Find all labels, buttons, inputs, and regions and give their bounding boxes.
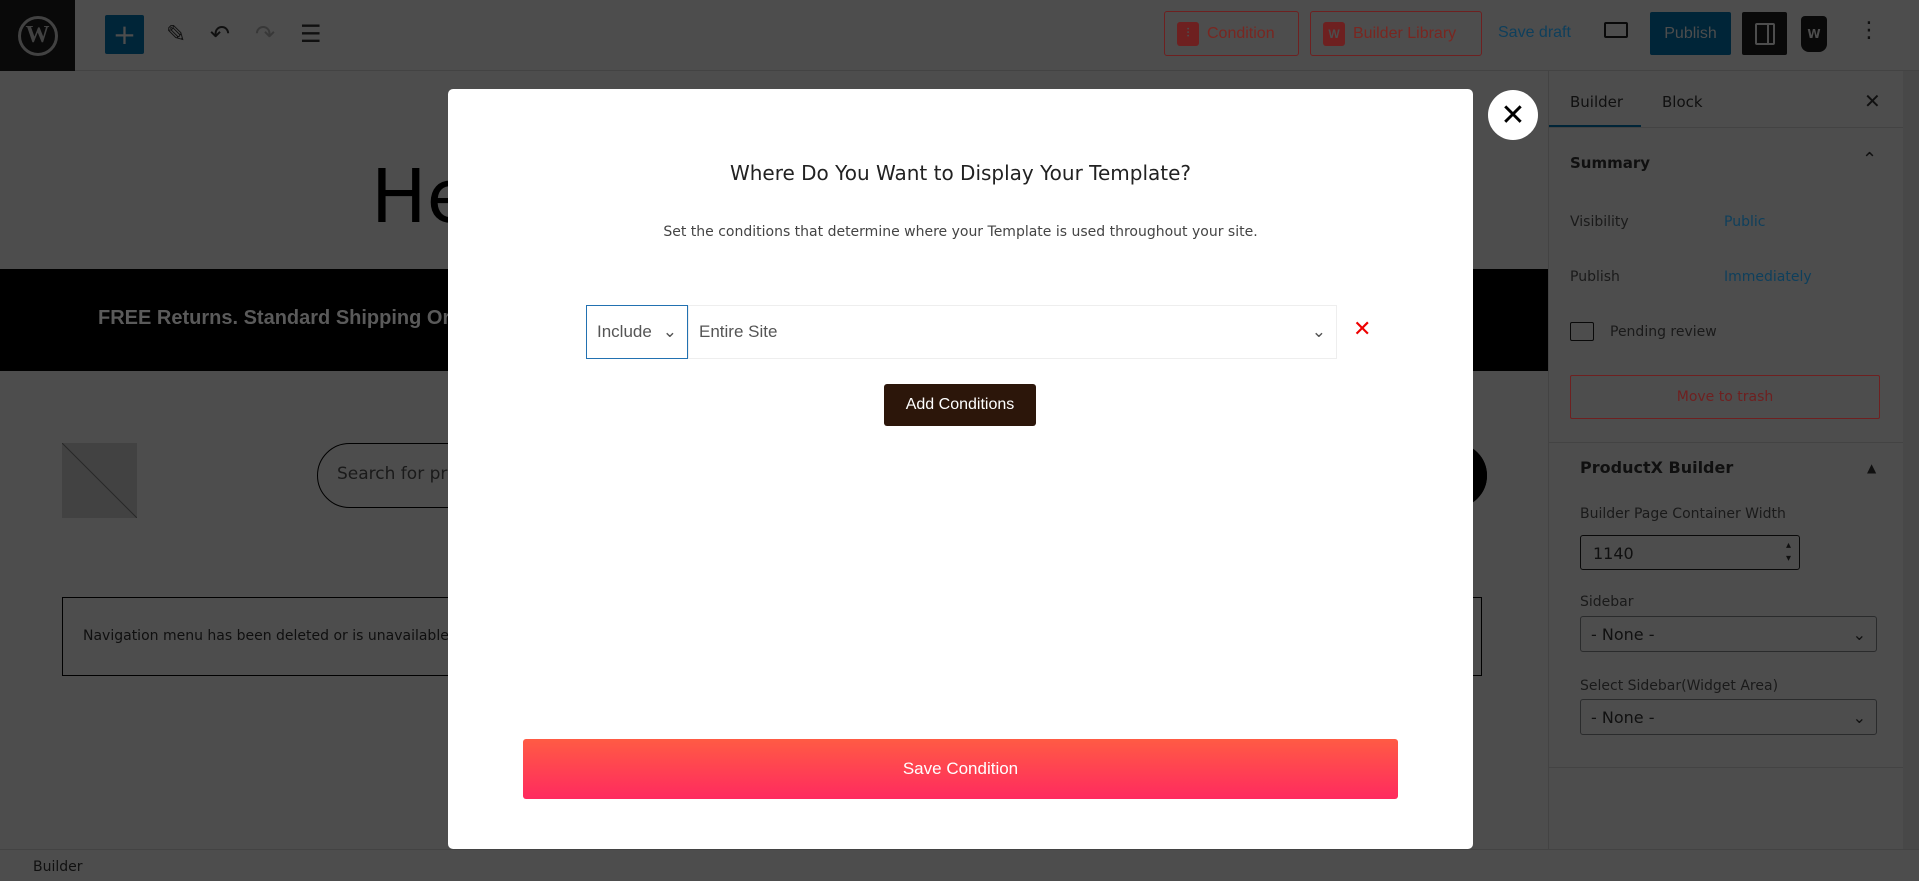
divider xyxy=(1549,767,1903,768)
container-width-input[interactable]: 1140 ▴ ▾ xyxy=(1580,535,1800,570)
summary-title[interactable]: Summary xyxy=(1570,154,1650,172)
settings-sidebar: Builder Block ✕ Summary ⌃ Visibility Pub… xyxy=(1548,71,1903,849)
more-options-icon[interactable]: ⋮ xyxy=(1858,18,1880,43)
top-toolbar: W + ✎ ↶ ↷ ☰ ⫶ Condition W Builder Library … xyxy=(0,0,1919,71)
image-placeholder[interactable] xyxy=(62,443,137,518)
chevron-down-icon: ⌄ xyxy=(1311,322,1326,341)
divider xyxy=(1549,442,1903,443)
tab-builder[interactable]: Builder xyxy=(1570,93,1623,111)
chevron-down-icon: ⌄ xyxy=(1852,624,1866,644)
sidebar-select[interactable]: - None - ⌄ xyxy=(1580,616,1877,652)
container-width-label: Builder Page Container Width xyxy=(1580,506,1786,522)
remove-condition-icon[interactable]: ✕ xyxy=(1353,317,1371,342)
redo-icon[interactable]: ↷ xyxy=(255,20,275,48)
device-preview-icon[interactable] xyxy=(1604,22,1628,38)
close-icon: ✕ xyxy=(1500,97,1526,133)
divider xyxy=(1549,127,1903,128)
save-draft-button[interactable]: Save draft xyxy=(1498,24,1571,42)
publish-label: Publish xyxy=(1570,269,1620,285)
save-condition-button[interactable]: Save Condition xyxy=(523,739,1398,799)
banner-text: FREE Returns. Standard Shipping Order xyxy=(98,307,482,329)
chevron-up-icon[interactable]: ⌃ xyxy=(1862,149,1877,170)
chevron-down-icon: ⌄ xyxy=(662,322,677,341)
add-conditions-button[interactable]: Add Conditions xyxy=(884,384,1036,426)
sliders-icon: ⫶ xyxy=(1177,21,1199,46)
scope-select[interactable]: Entire Site ⌄ xyxy=(688,305,1337,359)
undo-icon[interactable]: ↶ xyxy=(210,20,230,48)
breadcrumb[interactable]: Builder xyxy=(33,859,83,875)
wordpress-logo[interactable]: W xyxy=(0,0,75,71)
publish-button[interactable]: Publish xyxy=(1650,12,1731,55)
add-block-button[interactable]: + xyxy=(105,15,144,54)
close-sidebar-icon[interactable]: ✕ xyxy=(1864,89,1881,113)
sidebar-select-label: Sidebar xyxy=(1580,594,1634,610)
stepper-icon[interactable]: ▴ ▾ xyxy=(1786,539,1791,565)
pending-review-checkbox[interactable] xyxy=(1570,322,1594,341)
settings-sidebar-toggle[interactable] xyxy=(1742,12,1787,55)
bag-icon: W xyxy=(1323,21,1345,46)
sidebar-scrollbar[interactable] xyxy=(1903,71,1919,849)
sidebar-icon xyxy=(1754,22,1775,45)
modal-subtitle: Set the conditions that determine where … xyxy=(663,224,1258,240)
builder-library-button[interactable]: W Builder Library xyxy=(1310,11,1482,56)
condition-button[interactable]: ⫶ Condition xyxy=(1164,11,1299,56)
publish-value[interactable]: Immediately xyxy=(1724,269,1812,285)
list-view-icon[interactable]: ☰ xyxy=(300,20,322,48)
condition-modal: Where Do You Want to Display Your Templa… xyxy=(448,89,1473,849)
pending-review-label: Pending review xyxy=(1610,324,1717,340)
productx-bag-icon[interactable]: W xyxy=(1801,16,1827,52)
visibility-label: Visibility xyxy=(1570,214,1629,230)
widget-area-label: Select Sidebar(Widget Area) xyxy=(1580,678,1779,694)
status-bar: Builder xyxy=(0,849,1919,881)
move-to-trash-button[interactable]: Move to trash xyxy=(1570,375,1880,419)
chevron-down-icon: ⌄ xyxy=(1852,707,1866,727)
productx-title[interactable]: ProductX Builder xyxy=(1580,458,1733,477)
visibility-value[interactable]: Public xyxy=(1724,214,1765,230)
include-select[interactable]: Include ⌄ xyxy=(586,305,688,359)
pencil-icon[interactable]: ✎ xyxy=(166,20,186,48)
close-modal-button[interactable]: ✕ xyxy=(1488,90,1538,140)
widget-area-select[interactable]: - None - ⌄ xyxy=(1580,699,1877,735)
collapse-triangle-icon[interactable]: ▲ xyxy=(1867,461,1876,475)
tab-block[interactable]: Block xyxy=(1662,93,1703,111)
modal-title: Where Do You Want to Display Your Templa… xyxy=(729,161,1192,185)
